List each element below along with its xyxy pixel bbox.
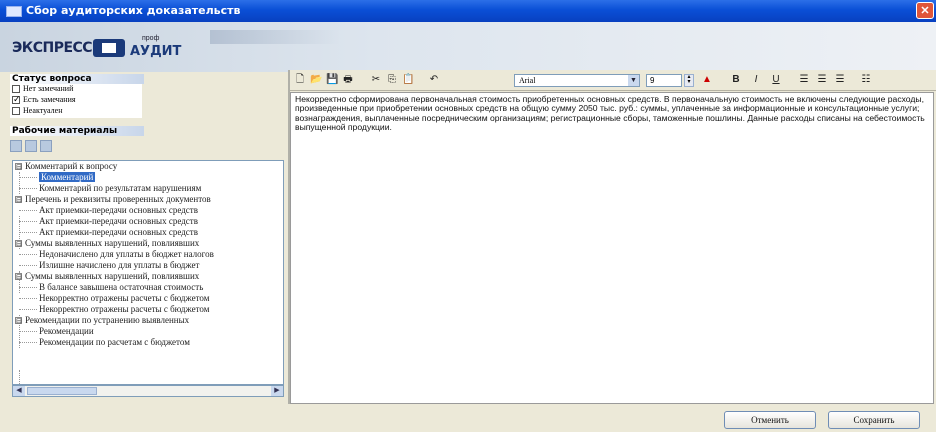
- delete-material-icon[interactable]: [40, 140, 52, 152]
- bullet-list-icon[interactable]: ☷: [860, 74, 872, 86]
- collapse-icon[interactable]: ⊟: [15, 196, 22, 204]
- work-materials-header: Рабочие материалы: [10, 126, 144, 136]
- left-panel: Статус вопроса Нет замечаний Есть замеча…: [10, 74, 284, 404]
- undo-icon[interactable]: ↶: [428, 74, 440, 86]
- tree-item-label: Рекомендации по расчетам с бюджетом: [39, 337, 190, 347]
- tree-item-label: Перечень и реквизиты проверенных докумен…: [25, 194, 211, 204]
- align-center-icon[interactable]: ☰: [816, 74, 828, 86]
- collapse-icon[interactable]: ⊟: [15, 317, 22, 325]
- bold-button[interactable]: B: [730, 74, 742, 86]
- status-option-label: Есть замечания: [23, 95, 76, 104]
- tree-item-label: Излишне начислено для уплаты в бюджет: [39, 260, 200, 270]
- underline-button[interactable]: U: [770, 74, 782, 86]
- tree-item-label: Некорректно отражены расчеты с бюджетом: [39, 304, 210, 314]
- collapse-icon[interactable]: ⊟: [15, 240, 22, 248]
- editor-toolbar: 🗋 📂 💾 🖶 ✂ ⎘ 📋 ↶ Arial ▼ 9 ▴ ▾ ▲ B I U ☰ ☰…: [290, 70, 936, 91]
- save-button[interactable]: Сохранить: [828, 411, 920, 429]
- tree-item-label: Рекомендации по устранению выявленных: [25, 315, 190, 325]
- window-icon: [6, 6, 22, 17]
- italic-button[interactable]: I: [750, 74, 762, 86]
- tree-connector: [19, 331, 37, 332]
- tree-item-label: Акт приемки-передачи основных средств: [39, 227, 198, 237]
- tree-item-label: В балансе завышена остаточная стоимость: [39, 282, 204, 292]
- font-size-spinner-icon[interactable]: ▴ ▾: [684, 74, 694, 87]
- align-left-icon[interactable]: ☰: [798, 74, 810, 86]
- tree-connector: [19, 232, 37, 233]
- app-banner: ЭКСПРЕСС проф АУДИТ: [0, 22, 936, 72]
- checkbox-no-remarks[interactable]: [12, 85, 20, 93]
- materials-toolbar: [10, 138, 70, 154]
- materials-tree[interactable]: ⊟ Комментарий к вопросу Комментарий Комм…: [12, 160, 284, 385]
- tree-item-label: Акт приемки-передачи основных средств: [39, 216, 198, 226]
- edit-material-icon[interactable]: [25, 140, 37, 152]
- scroll-right-icon[interactable]: ▶: [271, 386, 283, 396]
- print-icon[interactable]: 🖶: [342, 74, 354, 86]
- open-folder-icon[interactable]: 📂: [310, 74, 322, 86]
- font-size-select[interactable]: 9: [646, 74, 682, 87]
- cut-icon[interactable]: ✂: [370, 74, 382, 86]
- font-select-value: Arial: [519, 76, 536, 85]
- comment-editor[interactable]: Некорректно сформирована первоначальная …: [290, 92, 934, 404]
- status-options: Нет замечаний Есть замечания Неактуален: [10, 84, 142, 118]
- tree-item-label: Суммы выявленных нарушений, повлиявших: [25, 238, 200, 248]
- copy-icon[interactable]: ⎘: [386, 74, 398, 86]
- tree-item-label-selected: Комментарий: [39, 172, 96, 182]
- collapse-icon[interactable]: ⊟: [15, 163, 22, 171]
- close-icon: ✕: [920, 5, 930, 17]
- status-option-label: Нет замечаний: [23, 84, 74, 93]
- tree-connector: [19, 342, 37, 343]
- scroll-left-icon[interactable]: ◀: [13, 386, 25, 396]
- tree-connector: [19, 287, 37, 288]
- tree-item-label: Акт приемки-передачи основных средств: [39, 205, 198, 215]
- tree-item-label: Рекомендации: [39, 326, 94, 336]
- tree-connector: [19, 265, 37, 266]
- tree-connector: [19, 188, 37, 189]
- tree-item-label: Суммы выявленных нарушений, повлиявших: [25, 271, 200, 281]
- tree-item-label: Комментарий по результатам нарушениям: [39, 183, 202, 193]
- tree-item-label: Комментарий к вопросу: [25, 161, 118, 171]
- window-title: Сбор аудиторских доказательств: [26, 4, 241, 17]
- close-button[interactable]: ✕: [916, 2, 934, 19]
- new-document-icon[interactable]: 🗋: [294, 74, 306, 86]
- scroll-thumb[interactable]: [27, 387, 97, 395]
- tree-connector: [19, 298, 37, 299]
- save-disk-icon[interactable]: 💾: [326, 74, 338, 86]
- align-right-icon[interactable]: ☰: [834, 74, 846, 86]
- title-bar[interactable]: Сбор аудиторских доказательств ✕: [0, 0, 936, 22]
- tree-connector: [19, 210, 37, 211]
- dialog-footer: Отменить Сохранить: [0, 404, 936, 432]
- collapse-icon[interactable]: ⊟: [15, 273, 22, 281]
- add-material-icon[interactable]: [10, 140, 22, 152]
- logo-monitor-icon: [93, 39, 125, 57]
- font-size-value: 9: [650, 76, 655, 85]
- tree-connector: [19, 309, 37, 310]
- tree-connector: [19, 370, 20, 384]
- chevron-down-icon[interactable]: ▼: [628, 75, 639, 86]
- banner-decoration: [210, 30, 340, 44]
- logo-audit: АУДИТ: [130, 44, 182, 59]
- checkbox-has-remarks[interactable]: [12, 94, 21, 105]
- logo-prof: проф: [142, 35, 160, 42]
- font-select[interactable]: Arial ▼: [514, 74, 640, 87]
- tree-connector: [19, 172, 20, 194]
- tree-connector: [19, 177, 37, 178]
- status-option-label: Неактуален: [23, 106, 63, 115]
- editor-text: Некорректно сформирована первоначальная …: [295, 94, 925, 133]
- logo-express: ЭКСПРЕСС: [12, 40, 93, 56]
- tree-item-label: Некорректно отражены расчеты с бюджетом: [39, 293, 210, 303]
- tree-connector: [19, 254, 37, 255]
- checkbox-not-relevant[interactable]: [12, 107, 20, 115]
- cancel-button[interactable]: Отменить: [724, 411, 816, 429]
- tree-horizontal-scrollbar[interactable]: ◀ ▶: [12, 385, 284, 397]
- text-color-icon[interactable]: ▲: [700, 74, 714, 86]
- tree-item-label: Недоначислено для уплаты в бюджет налого…: [39, 249, 214, 259]
- paste-icon[interactable]: 📋: [402, 74, 414, 86]
- tree-connector: [19, 221, 37, 222]
- status-header: Статус вопроса: [10, 74, 144, 84]
- audit-evidence-window: Сбор аудиторских доказательств ✕ ЭКСПРЕС…: [0, 0, 936, 432]
